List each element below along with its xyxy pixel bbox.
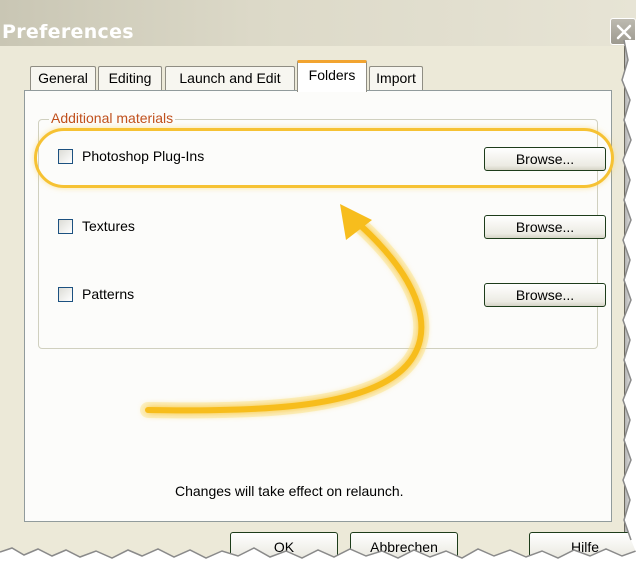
tab-editing[interactable]: Editing [98, 66, 162, 90]
tab-general[interactable]: General [30, 66, 96, 90]
group-label: Additional materials [49, 110, 176, 126]
tab-folders[interactable]: Folders [297, 60, 367, 92]
textures-label: Textures [82, 218, 135, 234]
browse-patterns-button[interactable]: Browse... [484, 283, 606, 307]
cancel-button[interactable]: Abbrechen [350, 532, 458, 562]
close-button[interactable] [610, 18, 636, 45]
browse-plugins-button[interactable]: Browse... [484, 147, 606, 171]
patterns-checkbox[interactable] [58, 287, 73, 302]
relaunch-notice: Changes will take effect on relaunch. [175, 483, 404, 499]
help-button[interactable]: Hilfe [529, 532, 636, 562]
window-title: Preferences [2, 21, 134, 43]
browse-textures-button[interactable]: Browse... [484, 215, 606, 239]
preferences-dialog: Preferences General Editing Launch and E… [0, 0, 636, 570]
ok-button[interactable]: OK [230, 532, 338, 562]
photoshop-plugins-checkbox[interactable] [58, 149, 73, 164]
close-icon [616, 24, 632, 40]
tab-launch-and-edit[interactable]: Launch and Edit [165, 66, 295, 90]
photoshop-plugins-label: Photoshop Plug-Ins [82, 148, 205, 164]
patterns-label: Patterns [82, 286, 135, 302]
title-bar: Preferences [0, 0, 636, 46]
tab-import[interactable]: Import [369, 66, 423, 90]
textures-checkbox[interactable] [58, 219, 73, 234]
screenshot-stage: Preferences General Editing Launch and E… [0, 0, 636, 570]
folders-tab-panel: Additional materials Photoshop Plug-Ins … [24, 90, 612, 522]
